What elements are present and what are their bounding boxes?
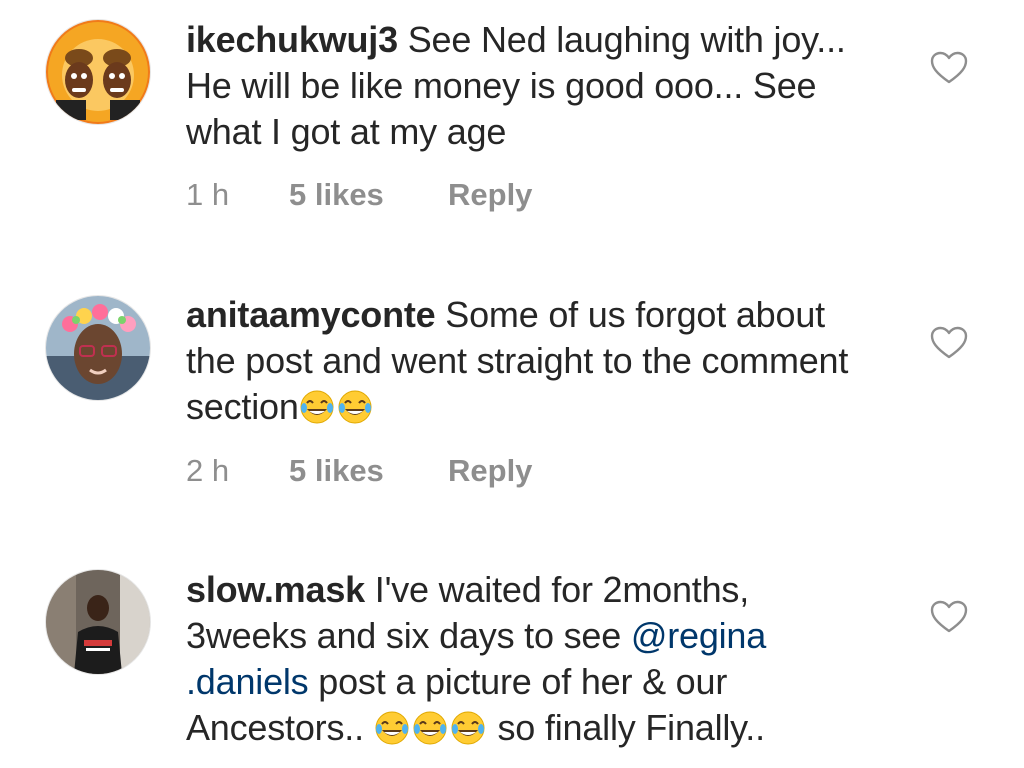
heart-outline-icon[interactable] [930, 326, 968, 360]
heart-outline-icon[interactable] [930, 51, 968, 85]
comment-username[interactable]: ikechukwuj3 [186, 19, 398, 60]
comment-time: 1 h [186, 177, 230, 212]
tears-of-joy-emoji [337, 389, 373, 425]
cartoon-duo-avatar-icon [46, 20, 150, 124]
comment-username[interactable]: slow.mask [186, 569, 365, 610]
user-avatar[interactable] [46, 20, 150, 124]
comment-text: slow.mask I've waited for 2months, 3week… [186, 567, 876, 751]
tears-of-joy-emoji [299, 389, 335, 425]
reply-button[interactable]: Reply [448, 453, 532, 489]
tears-of-joy-emoji [374, 710, 410, 746]
likes-count[interactable]: 5 likes [289, 177, 448, 213]
user-avatar[interactable] [46, 296, 150, 400]
comment-meta: 1 h 5 likes Reply [186, 177, 532, 213]
comment-meta: 2 h 5 likes Reply [186, 453, 532, 489]
heart-outline-icon[interactable] [930, 600, 968, 634]
comment-text: anitaamyconte Some of us forgot about th… [186, 292, 876, 430]
comment-text: ikechukwuj3 See Ned laughing with joy...… [186, 17, 876, 155]
user-avatar[interactable] [46, 570, 150, 674]
person-in-doorway-avatar-icon [46, 570, 150, 674]
comment-username[interactable]: anitaamyconte [186, 294, 436, 335]
tears-of-joy-emoji [412, 710, 448, 746]
tears-of-joy-emoji [450, 710, 486, 746]
likes-count[interactable]: 5 likes [289, 453, 448, 489]
flower-crown-selfie-avatar-icon [46, 296, 150, 400]
comment-time: 2 h [186, 453, 230, 488]
comment-body: so finally Finally.. [487, 707, 765, 748]
reply-button[interactable]: Reply [448, 177, 532, 213]
